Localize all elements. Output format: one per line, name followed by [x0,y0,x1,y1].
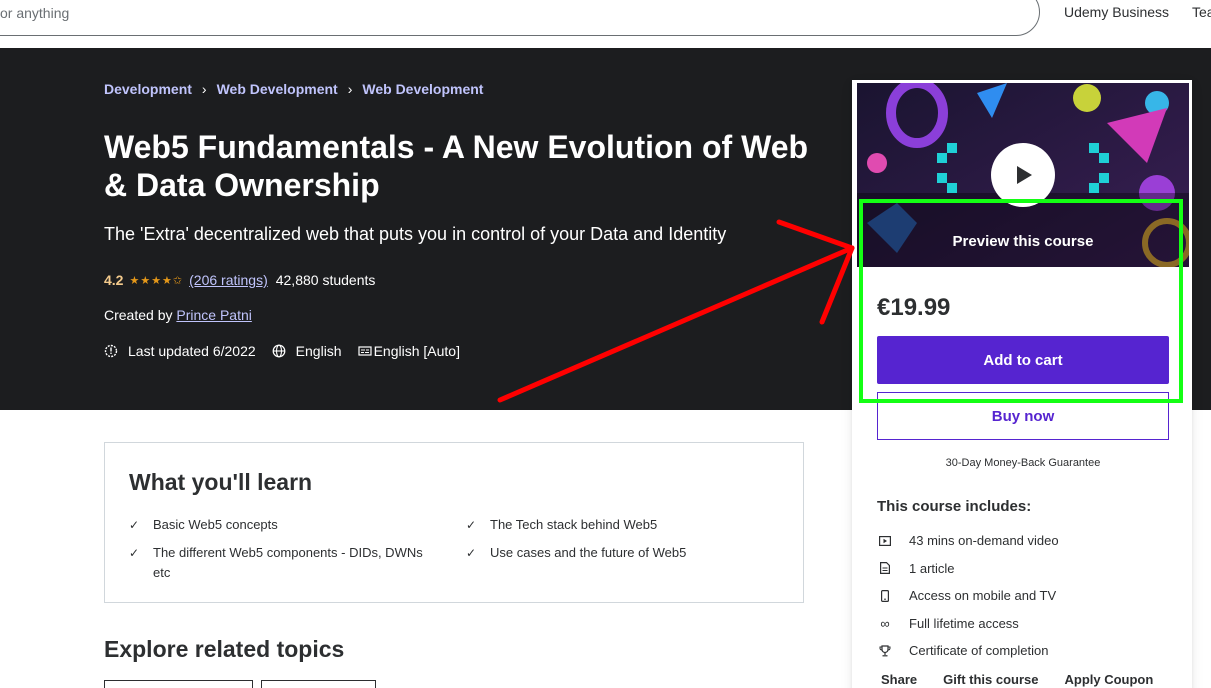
globe-icon [272,344,286,358]
includes-title: This course includes: [877,498,1032,515]
include-label: 43 mins on-demand video [909,533,1059,549]
breadcrumb: Development › Web Development › Web Deve… [104,81,483,97]
course-captions: English [Auto] [373,343,460,359]
purchase-card: Preview this course €19.99 Add to cart B… [852,80,1192,688]
include-label: Full lifetime access [909,615,1019,631]
course-subtitle: The 'Extra' decentralized web that puts … [104,224,727,244]
rating-value: 4.2 [104,272,124,288]
preview-label: Preview this course [952,233,1094,250]
learn-item-text: The Tech stack behind Web5 [490,517,658,532]
rating-row: 4.2 ★★★★✩ (206 ratings) 42,880 students [104,272,375,288]
student-count: 42,880 students [275,272,376,288]
topic-tag[interactable] [261,680,376,688]
learn-item-text: Use cases and the future of Web5 [490,545,687,560]
chevron-right-icon: › [201,81,207,97]
check-icon: ✓ [129,518,140,532]
learn-item: ✓ The different Web5 components - DIDs, … [129,543,429,583]
trophy-icon [877,645,893,657]
learn-item: ✓ Basic Web5 concepts [129,515,429,535]
instructor-link[interactable]: Prince Patni [176,307,251,323]
card-actions: Share Gift this course Apply Coupon [881,672,1179,687]
created-by: Created by Prince Patni [104,307,252,323]
list-item: Certificate of completion [877,637,1059,665]
course-price: €19.99 [877,294,951,321]
apply-coupon-button[interactable]: Apply Coupon [1065,672,1154,687]
list-item: ∞ Full lifetime access [877,610,1059,638]
check-icon: ✓ [466,518,477,532]
learn-item-text: Basic Web5 concepts [153,517,278,532]
article-icon [877,562,893,575]
buy-now-button[interactable]: Buy now [877,392,1169,440]
list-item: 1 article [877,555,1059,583]
gift-course-button[interactable]: Gift this course [943,672,1038,687]
search-bar[interactable] [0,0,1040,36]
search-placeholder[interactable]: or anything [0,5,69,21]
include-label: Access on mobile and TV [909,588,1057,604]
learn-title: What you'll learn [129,469,313,495]
add-to-cart-button[interactable]: Add to cart [877,336,1169,384]
include-label: Certificate of completion [909,643,1049,659]
star-rating-icon: ★★★★✩ [129,274,184,287]
mobile-icon [877,589,893,602]
chevron-right-icon: › [347,81,353,97]
check-icon: ✓ [466,546,477,560]
what-youll-learn: What you'll learn ✓ Basic Web5 concepts … [104,442,804,603]
teach-link[interactable]: Tea [1192,4,1211,20]
last-updated: Last updated 6/2022 [128,343,256,359]
play-icon [1017,166,1032,184]
list-item: 43 mins on-demand video [877,527,1059,555]
learn-item-text: The different Web5 components - DIDs, DW… [153,545,423,580]
include-label: 1 article [909,560,955,576]
captions-icon [357,344,372,358]
list-item: Access on mobile and TV [877,582,1059,610]
course-language: English [295,343,342,359]
course-preview[interactable]: Preview this course [857,83,1189,267]
course-meta: Last updated 6/2022 English English [Aut… [104,343,460,359]
top-header: or anything Udemy Business Tea [0,0,1211,48]
course-title: Web5 Fundamentals - A New Evolution of W… [104,129,809,203]
topic-tag[interactable] [104,680,253,688]
infinity-icon: ∞ [880,615,890,631]
learn-item: ✓ The Tech stack behind Web5 [466,515,766,535]
money-back-guarantee: 30-Day Money-Back Guarantee [945,457,1101,469]
udemy-business-link[interactable]: Udemy Business [1064,4,1169,20]
alert-badge-icon [104,344,118,358]
ratings-count-link[interactable]: (206 ratings) [189,272,268,288]
share-button[interactable]: Share [881,672,917,687]
created-by-label: Created by [104,307,173,323]
play-button[interactable] [991,143,1055,207]
explore-topics-title: Explore related topics [104,636,345,662]
breadcrumb-item-web-development-sub[interactable]: Web Development [362,81,483,97]
learn-item: ✓ Use cases and the future of Web5 [466,543,766,563]
breadcrumb-item-development[interactable]: Development [104,81,192,97]
check-icon: ✓ [129,546,140,560]
video-icon [877,535,893,546]
includes-list: 43 mins on-demand video 1 article Access… [877,527,1059,665]
breadcrumb-item-web-development[interactable]: Web Development [217,81,338,97]
